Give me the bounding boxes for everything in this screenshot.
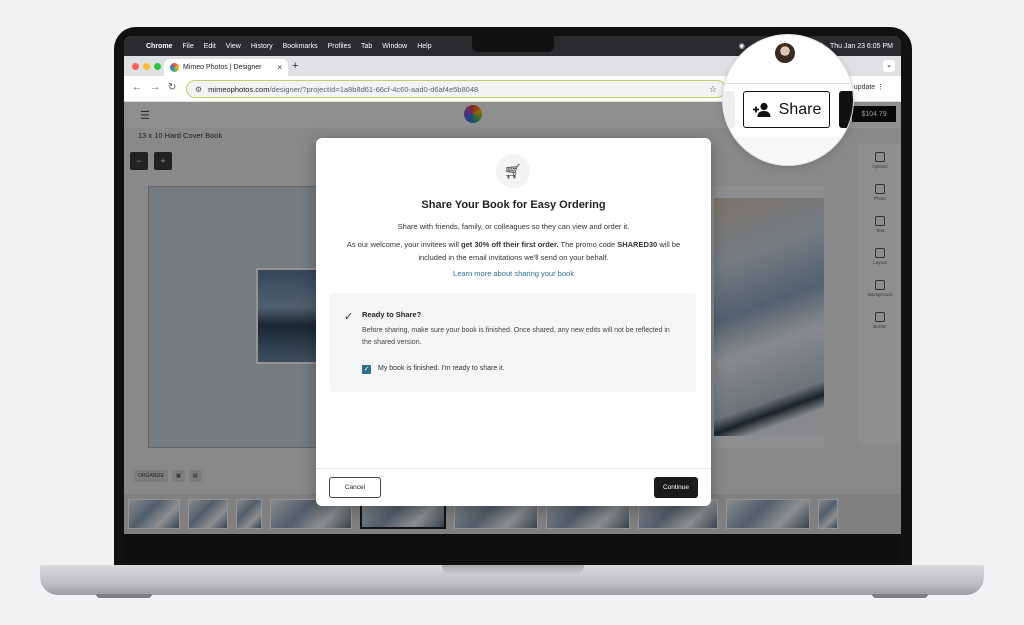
add-person-icon [752,102,771,117]
menu-chrome[interactable]: Chrome [146,43,172,50]
learn-more-link[interactable]: Learn more about sharing your book [316,269,711,278]
menu-history[interactable]: History [251,43,273,50]
dialog-footer-divider [316,468,711,469]
ready-description: Before sharing, make sure your book is f… [362,327,670,346]
book-finished-checkbox[interactable]: ✓ [362,365,371,374]
continue-button[interactable]: Continue [654,477,698,498]
camera-notch [472,36,554,52]
cart-icon: 🛒︎ [496,154,530,188]
url-path: /designer/?projectId=1a8b8d61-66cf-4c60-… [269,84,479,94]
promo-code: SHARED30 [617,240,658,249]
dialog-title: Share Your Book for Easy Ordering [421,199,606,211]
share-label: Share [778,100,822,118]
share-button[interactable]: Share [743,91,830,128]
mimeo-favicon-icon [170,63,179,72]
menu-window[interactable]: Window [382,43,407,50]
new-tab-button[interactable]: + [292,60,298,72]
promo-text: As our welcome, your invitees will get 3… [332,239,695,264]
menu-view[interactable]: View [226,43,241,50]
book-finished-label[interactable]: My book is finished. I'm ready to share … [378,365,505,372]
promo-text-2: The promo code [558,240,618,249]
menu-bookmarks[interactable]: Bookmarks [283,43,318,50]
magnifier-lower-area [723,137,853,165]
laptop-base-notch [442,565,584,574]
menu-help[interactable]: Help [417,43,431,50]
magnifier-price-edge [839,91,853,128]
promo-discount: get 30% off their first order. [461,240,559,249]
magnifier-divider [723,83,853,84]
url-host: mimeophotos.com [208,84,270,94]
bookmark-star-icon[interactable]: ☆ [709,84,717,95]
tab-title: Mimeo Photos | Designer [183,64,262,71]
tab-search-chevron-icon[interactable]: ⌄ [883,60,895,72]
menu-profiles[interactable]: Profiles [328,43,351,50]
user-avatar[interactable] [775,43,795,63]
tab-close-icon[interactable]: × [277,63,282,72]
cancel-button[interactable]: Cancel [329,477,381,498]
reload-icon[interactable]: ↻ [168,82,176,93]
share-book-dialog: 🛒︎ Share Your Book for Easy Ordering Sha… [316,138,711,506]
address-bar[interactable]: ⚙ mimeophotos.com /designer/?projectId=1… [186,80,726,98]
forward-arrow-icon[interactable]: → [150,82,160,93]
promo-text-1: As our welcome, your invitees will [346,240,462,249]
maximize-window-button[interactable] [154,63,161,70]
browser-tab-active[interactable]: Mimeo Photos | Designer × [164,59,288,76]
laptop-foot-left [96,594,152,598]
status-app-icon[interactable]: ◉ [739,42,745,50]
share-button-magnifier: Share [722,34,854,166]
ready-title: Ready to Share? [362,310,422,319]
checkmark-icon: ✓ [344,311,354,323]
stage: Chrome File Edit View History Bookmarks … [0,0,1024,625]
menu-tab[interactable]: Tab [361,43,372,50]
kebab-menu-icon[interactable]: ⋮ [877,84,884,91]
minimize-window-button[interactable] [143,63,150,70]
site-settings-icon[interactable]: ⚙ [195,85,202,94]
dialog-subtitle: Share with friends, family, or colleague… [397,222,630,231]
menu-file[interactable]: File [182,43,193,50]
laptop-foot-right [872,594,928,598]
magnifier-edge-left [723,91,735,128]
menu-edit[interactable]: Edit [204,43,216,50]
menubar-datetime[interactable]: Thu Jan 23 6:05 PM [830,43,893,50]
back-arrow-icon[interactable]: ← [132,82,142,93]
close-window-button[interactable] [132,63,139,70]
window-controls [132,63,161,70]
